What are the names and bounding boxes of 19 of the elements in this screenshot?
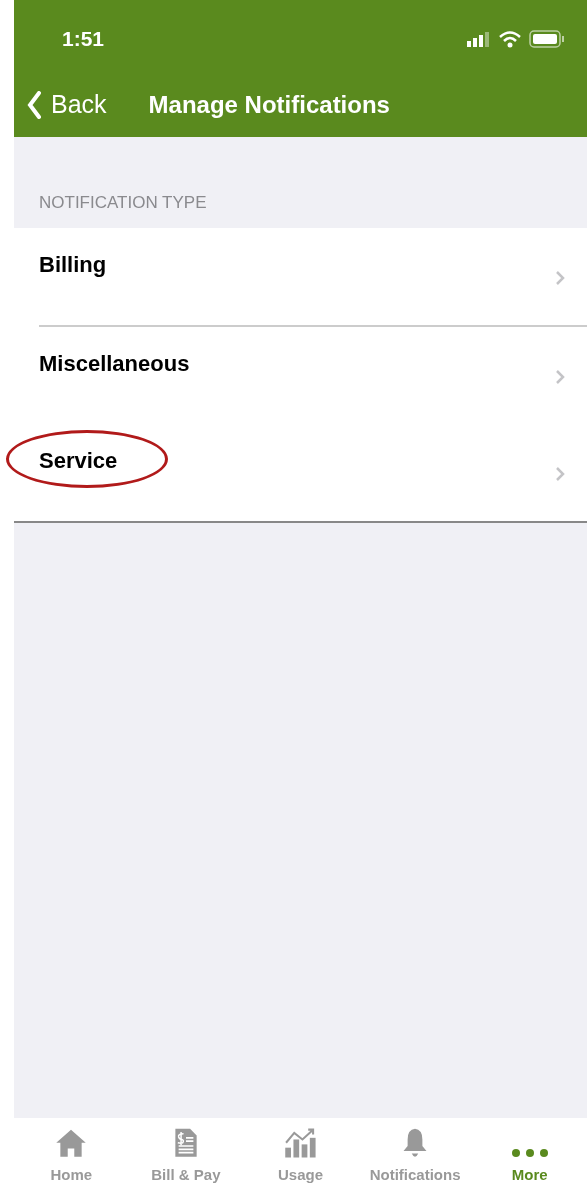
tab-bar-item[interactable]: More bbox=[479, 1128, 580, 1186]
chevron-right-icon bbox=[555, 465, 565, 482]
tab-bar-item[interactable]: Notifications bbox=[365, 1128, 466, 1186]
page-title: Manage Notifications bbox=[148, 90, 390, 120]
list-item[interactable]: Service bbox=[39, 423, 587, 521]
chevron-right-icon bbox=[555, 269, 565, 286]
back-button[interactable]: Back bbox=[27, 86, 107, 124]
chevron-right-icon bbox=[555, 368, 565, 385]
chevron-left-icon bbox=[27, 91, 41, 119]
tab-bar-item[interactable]: Bill & Pay bbox=[135, 1128, 236, 1186]
signal-icon bbox=[467, 31, 491, 47]
tab-bar-item[interactable]: Usage bbox=[250, 1128, 351, 1186]
list-item[interactable]: Billing bbox=[39, 227, 587, 325]
battery-icon bbox=[529, 30, 565, 48]
status-time: 1:51 bbox=[62, 26, 105, 53]
section-header: NOTIFICATION TYPE bbox=[39, 192, 208, 214]
list-item[interactable]: Miscellaneous bbox=[39, 326, 587, 424]
tab-bar-item[interactable]: Home bbox=[21, 1128, 122, 1186]
wifi-icon bbox=[499, 30, 521, 48]
